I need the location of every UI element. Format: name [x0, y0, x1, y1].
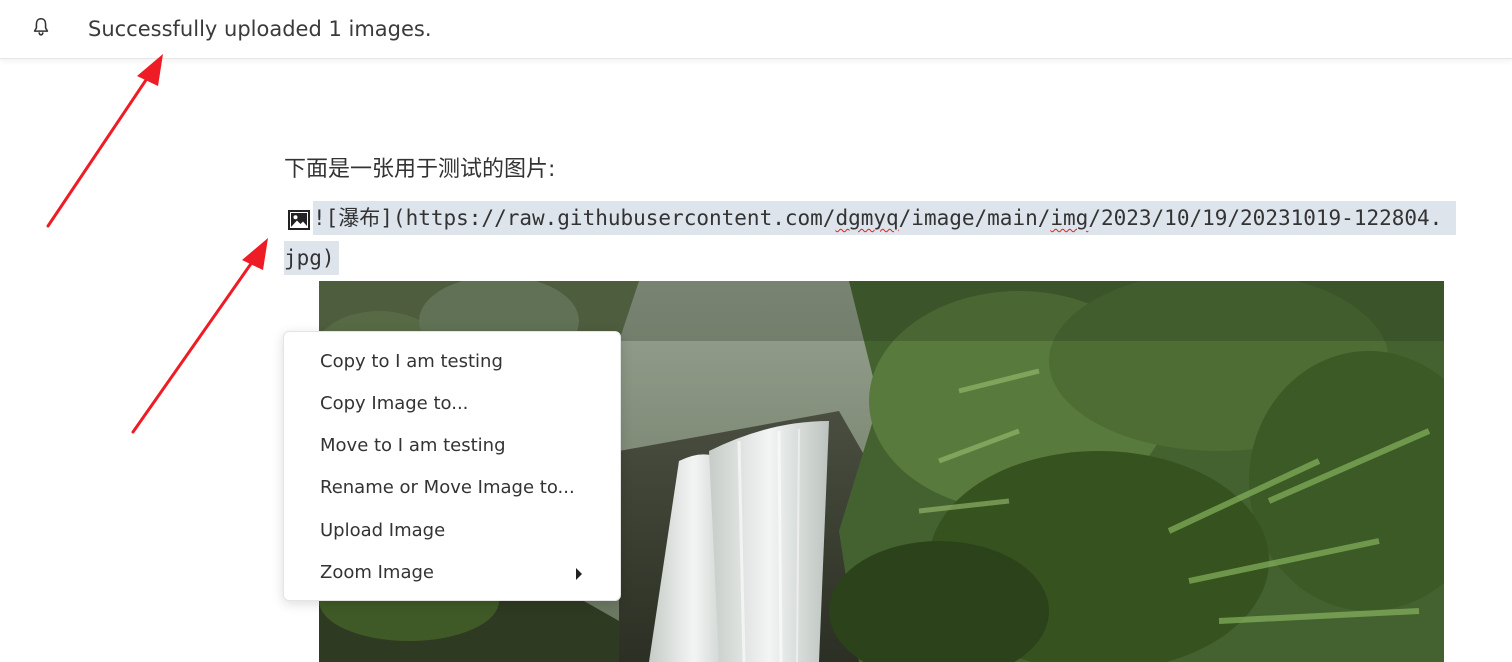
submenu-arrow-icon: [576, 568, 582, 580]
paragraph-text[interactable]: 下面是一张用于测试的图片:: [284, 151, 555, 183]
misspelled-word[interactable]: img: [1050, 206, 1088, 230]
menu-item-move-to-i-am-testing[interactable]: Move to I am testing: [320, 431, 610, 461]
misspelled-word[interactable]: dgmyq: [835, 206, 898, 230]
menu-item-zoom-image[interactable]: Zoom Image: [320, 558, 610, 588]
notification-message: Successfully uploaded 1 images.: [88, 17, 432, 41]
menu-item-upload-image[interactable]: Upload Image: [320, 516, 610, 546]
menu-item-copy-image-to[interactable]: Copy Image to...: [320, 389, 610, 419]
markdown-text: ![瀑布](https://raw.githubusercontent.com/: [313, 206, 836, 230]
markdown-image-source-continued[interactable]: jpg): [284, 241, 339, 275]
markdown-image-source[interactable]: ![瀑布](https://raw.githubusercontent.com/…: [313, 201, 1457, 235]
editor-content[interactable]: 下面是一张用于测试的图片: ![瀑布](https://raw.githubus…: [0, 59, 1512, 662]
notification-bar: Successfully uploaded 1 images.: [0, 0, 1512, 59]
menu-item-rename-or-move-image-to[interactable]: Rename or Move Image to...: [320, 473, 610, 503]
menu-item-copy-to-i-am-testing[interactable]: Copy to I am testing: [320, 347, 610, 377]
markdown-text: /image/main/: [898, 206, 1051, 230]
bell-icon[interactable]: [30, 16, 52, 38]
image-icon[interactable]: [288, 210, 310, 230]
markdown-text: /2023/10/19/20231019-122804.: [1088, 206, 1443, 230]
image-context-menu: Copy to I am testing Copy Image to... Mo…: [283, 331, 621, 601]
